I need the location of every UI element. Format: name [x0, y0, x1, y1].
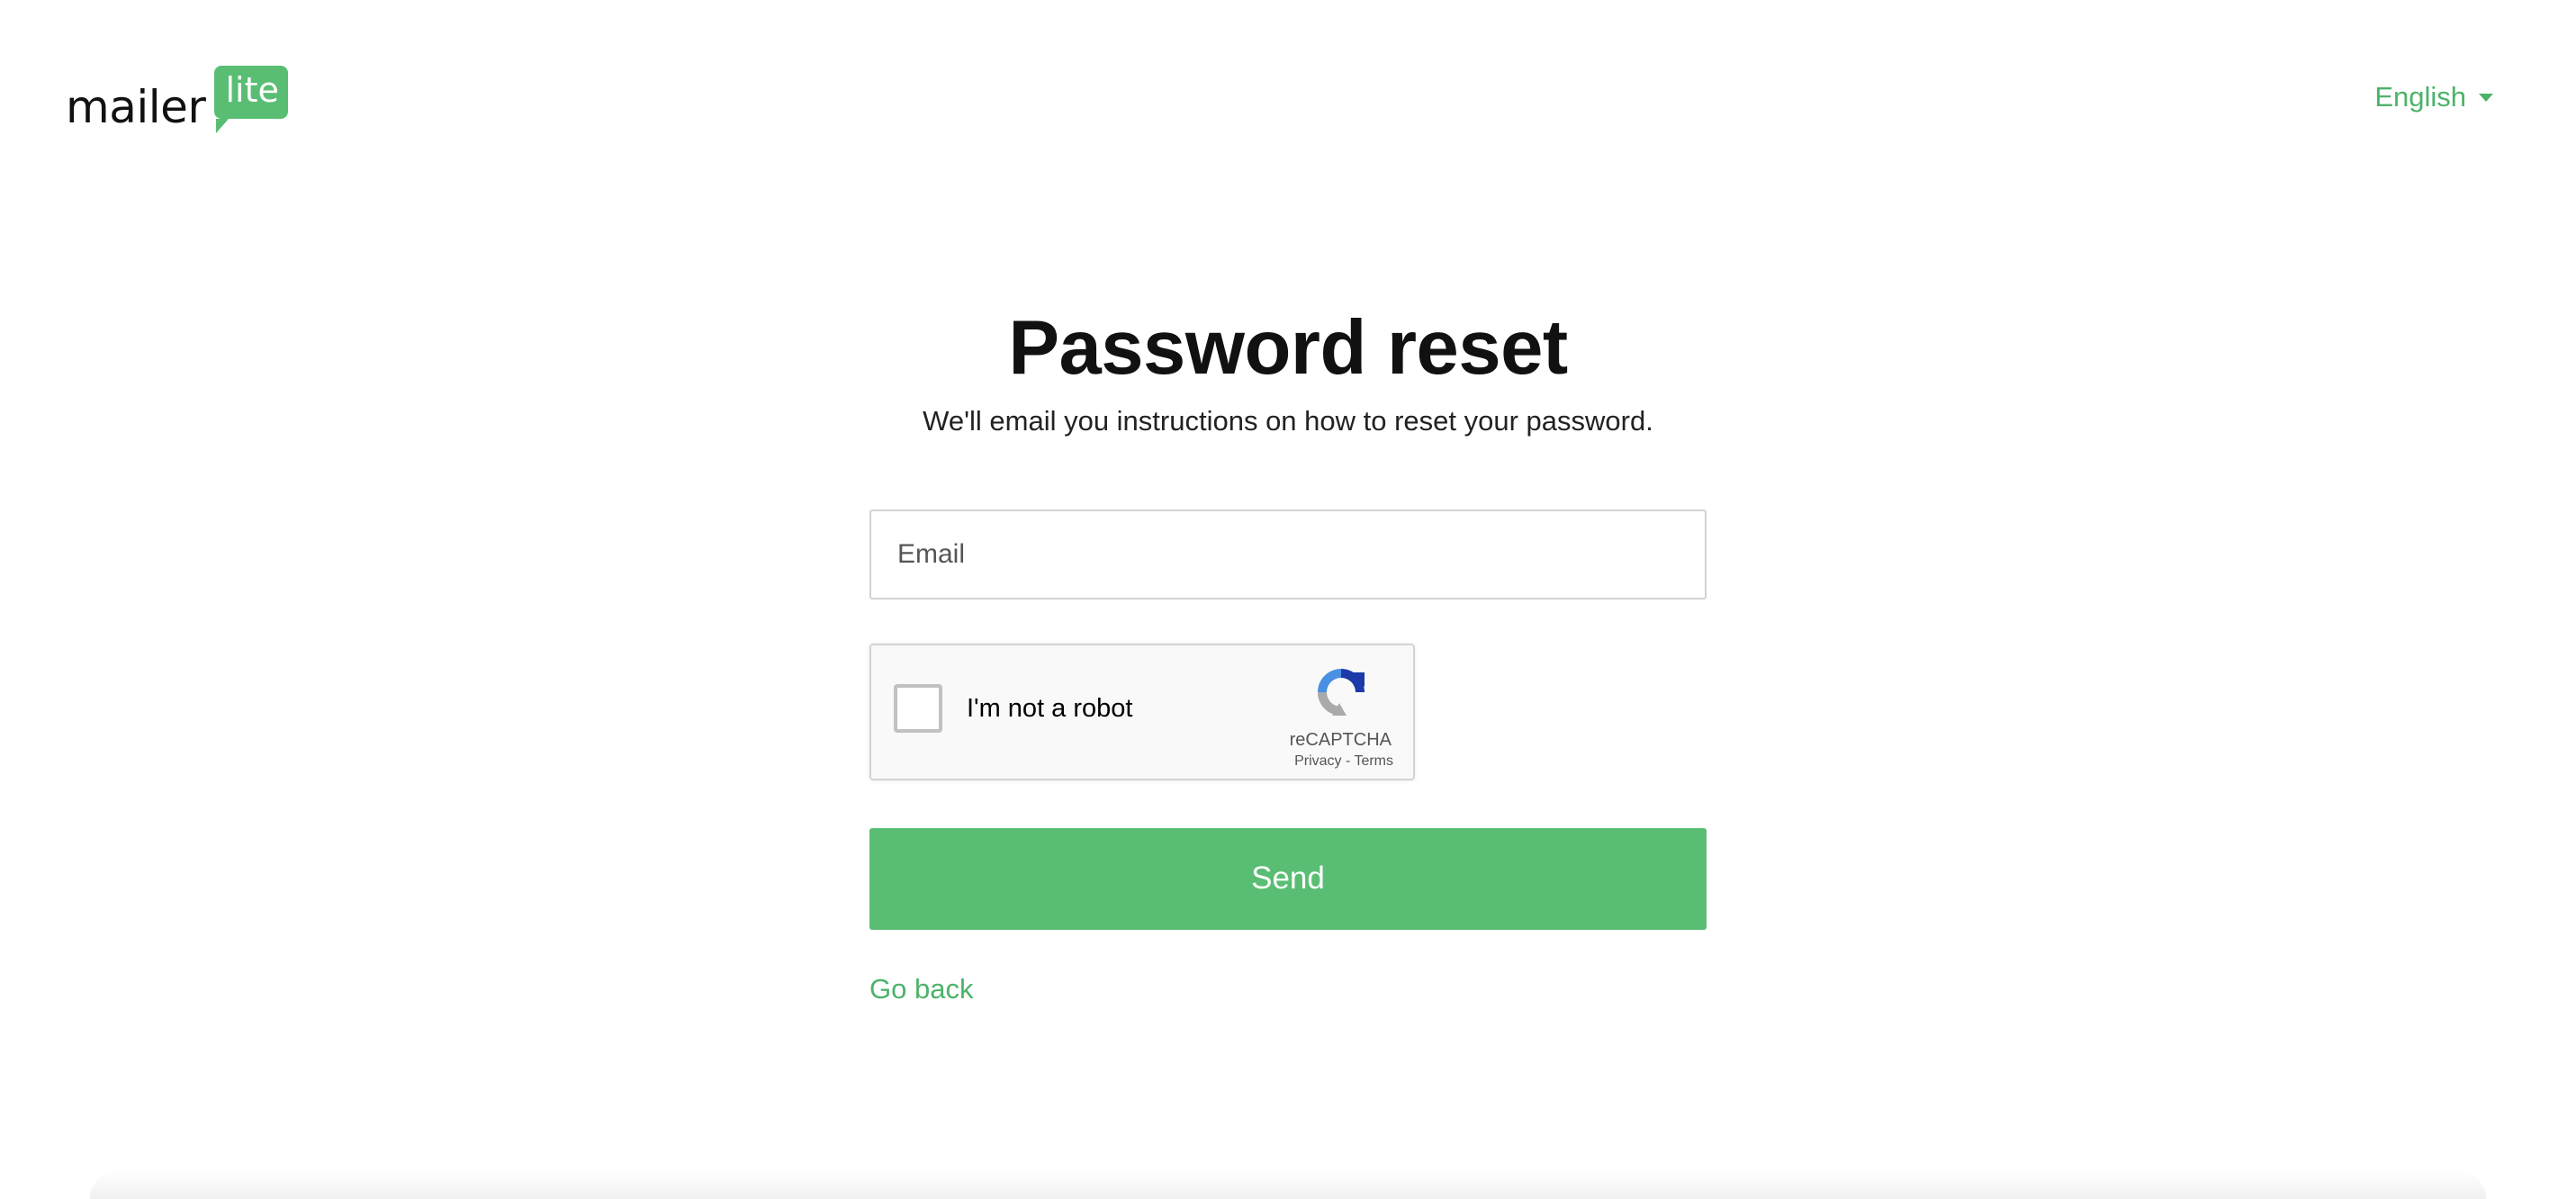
page-subtitle: We'll email you instructions on how to r…	[923, 404, 1653, 437]
recaptcha-privacy-terms[interactable]: Privacy - Terms	[1294, 753, 1393, 770]
mailerlite-logo[interactable]: mailer lite	[66, 66, 288, 135]
language-selected: English	[2374, 81, 2466, 113]
page-title: Password reset	[1008, 305, 1568, 391]
language-dropdown[interactable]: English	[2374, 81, 2493, 113]
send-button[interactable]: Send	[869, 827, 1707, 930]
go-back-link[interactable]: Go back	[869, 973, 973, 1005]
send-button-label: Send	[1251, 861, 1325, 896]
email-placeholder: Email	[897, 538, 966, 569]
recaptcha-brand: reCAPTCHA	[1289, 729, 1392, 750]
recaptcha-label: I'm not a robot	[967, 693, 1133, 723]
chevron-down-icon	[2479, 93, 2493, 102]
logo-bubble: lite	[214, 66, 288, 133]
email-field[interactable]: Email	[869, 509, 1707, 600]
logo-word: mailer	[66, 81, 206, 133]
recaptcha-widget: I'm not a robot reCAPTCHA Privacy - Term…	[869, 643, 1415, 780]
reset-form: Password reset We'll email you instructi…	[869, 306, 1707, 1005]
bottom-panel-edge	[90, 1170, 2486, 1199]
recaptcha-icon	[1318, 668, 1365, 716]
recaptcha-checkbox[interactable]	[894, 683, 942, 733]
password-reset-page: mailer lite English Password reset We'll…	[0, 0, 2576, 1199]
